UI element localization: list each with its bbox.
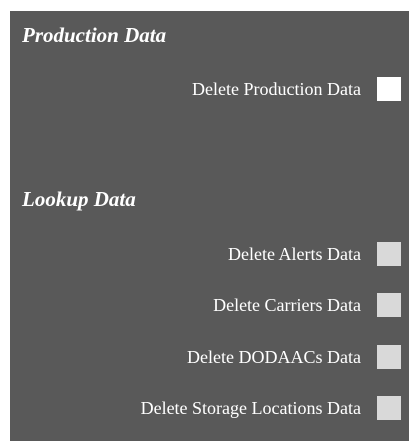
- delete-production-data-label: Delete Production Data: [192, 79, 361, 99]
- delete-carriers-data-checkbox[interactable]: [377, 293, 401, 317]
- delete-production-data-row: Delete Production Data: [192, 76, 409, 102]
- delete-dodaacs-data-checkbox[interactable]: [377, 345, 401, 369]
- delete-alerts-data-label: Delete Alerts Data: [228, 244, 361, 264]
- delete-carriers-data-label: Delete Carriers Data: [213, 295, 361, 315]
- delete-production-data-checkbox[interactable]: [377, 77, 401, 101]
- delete-carriers-data-row: Delete Carriers Data: [213, 292, 409, 318]
- lookup-data-heading: Lookup Data: [22, 187, 136, 211]
- delete-dodaacs-data-row: Delete DODAACs Data: [187, 344, 409, 370]
- delete-alerts-data-row: Delete Alerts Data: [228, 241, 409, 267]
- delete-data-panel: Production Data Delete Production Data L…: [10, 11, 409, 441]
- delete-storage-locations-data-label: Delete Storage Locations Data: [140, 398, 361, 418]
- delete-storage-locations-data-row: Delete Storage Locations Data: [141, 395, 409, 421]
- delete-storage-locations-data-checkbox[interactable]: [377, 396, 401, 420]
- production-data-heading: Production Data: [22, 23, 167, 47]
- delete-alerts-data-checkbox[interactable]: [377, 242, 401, 266]
- delete-dodaacs-data-label: Delete DODAACs Data: [187, 347, 361, 367]
